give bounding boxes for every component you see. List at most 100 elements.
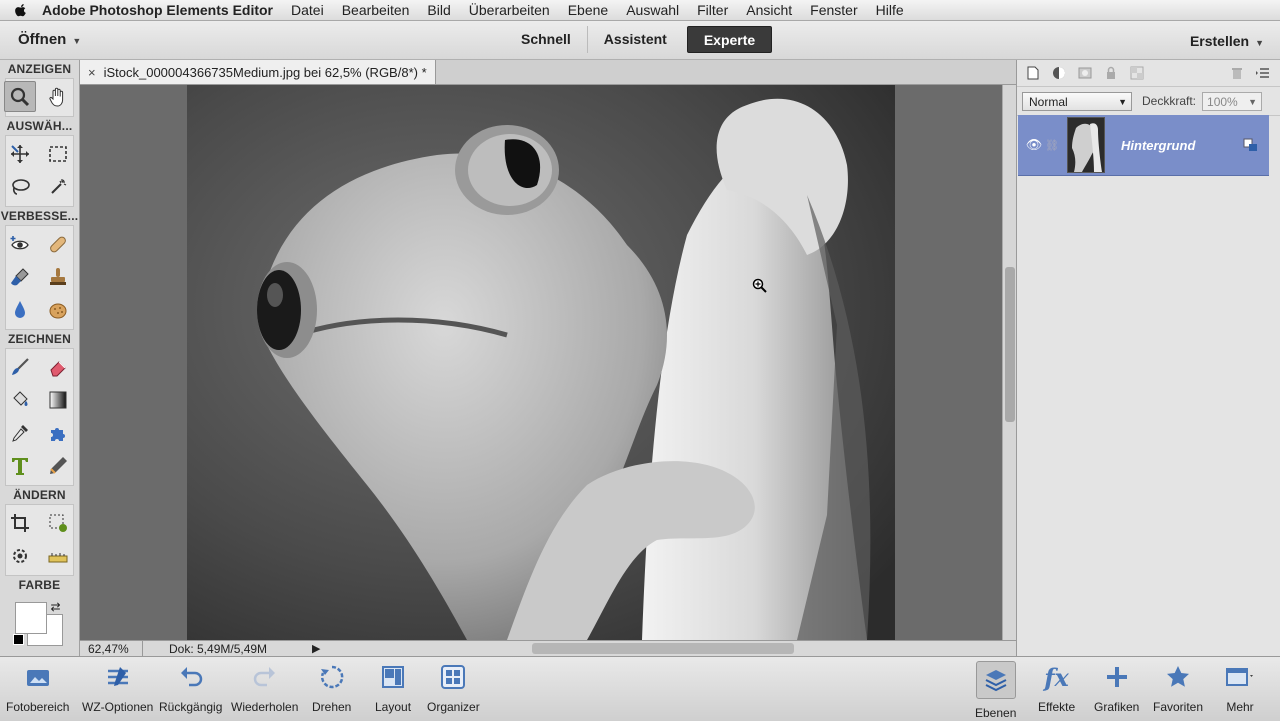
trash-icon[interactable] (1229, 65, 1245, 81)
layer-row-background[interactable]: 👁 ⛓ Hintergrund (1018, 115, 1269, 176)
layers-panel-button[interactable]: Ebenen (975, 661, 1016, 720)
paintbrush-icon (11, 357, 29, 375)
frog-photo[interactable] (187, 85, 895, 640)
visibility-eye-icon[interactable]: 👁 (1023, 137, 1045, 153)
new-layer-icon[interactable] (1025, 65, 1041, 81)
blur-tool[interactable] (4, 294, 36, 325)
straighten-tool[interactable] (42, 540, 74, 571)
menu-ueberarbeiten[interactable]: Überarbeiten (469, 2, 550, 18)
play-arrow-icon[interactable]: ▶ (312, 642, 320, 655)
lock-icon[interactable] (1103, 65, 1119, 81)
background-lock-icon (1243, 138, 1257, 151)
brush-tool[interactable] (4, 351, 36, 382)
sponge-tool[interactable] (42, 294, 74, 325)
document-tab[interactable]: × iStock_000004366735Medium.jpg bei 62,5… (80, 60, 436, 84)
star-icon (1167, 666, 1190, 687)
horizontal-scroll-thumb[interactable] (532, 643, 794, 654)
smart-brush-tool[interactable] (4, 261, 36, 292)
menu-ansicht[interactable]: Ansicht (746, 2, 792, 18)
recompose-tool[interactable] (42, 507, 74, 538)
organizer-button[interactable]: Organizer (427, 661, 480, 714)
effects-label: Effekte (1038, 700, 1076, 714)
more-button[interactable]: Mehr (1224, 661, 1256, 714)
undo-button[interactable]: Rückgängig (159, 661, 222, 714)
pencil-tool[interactable] (42, 450, 74, 481)
clone-stamp-tool[interactable] (42, 261, 74, 292)
bandage-icon (49, 236, 66, 252)
favorites-button[interactable]: Favoriten (1153, 661, 1203, 714)
magnifier-icon (10, 87, 29, 106)
menu-filter[interactable]: Filter (697, 2, 728, 18)
fx-icon: fx (1044, 662, 1069, 692)
zoom-level[interactable]: 62,47% (88, 642, 129, 656)
rotate-icon (320, 665, 344, 689)
undo-icon (180, 667, 202, 687)
open-button[interactable]: Öffnen ▼ (18, 31, 81, 48)
link-icon[interactable]: ⛓ (1045, 139, 1059, 152)
content-aware-move-tool[interactable] (4, 540, 36, 571)
apple-logo-icon[interactable] (14, 3, 28, 17)
photo-bin-button[interactable]: Fotobereich (6, 661, 69, 714)
tab-schnell[interactable]: Schnell (505, 26, 588, 53)
select-tools (5, 135, 74, 207)
panel-menu-icon[interactable] (1255, 65, 1271, 81)
opacity-field[interactable]: 100% ▼ (1202, 91, 1263, 111)
close-icon[interactable]: × (88, 65, 96, 80)
magic-wand-icon (50, 178, 66, 194)
type-tool[interactable] (4, 450, 36, 481)
lock-transparent-icon[interactable] (1129, 65, 1145, 81)
mode-tabs: Schnell Assistent Experte (505, 26, 773, 53)
graphics-button[interactable]: Grafiken (1094, 661, 1139, 714)
layer-mask-icon[interactable] (1077, 65, 1093, 81)
eyedropper-tool[interactable] (4, 417, 36, 448)
lasso-tool[interactable] (4, 171, 36, 202)
healing-brush-tool[interactable] (42, 228, 74, 259)
adjustment-layer-icon[interactable] (1051, 65, 1067, 81)
app-menu[interactable]: Adobe Photoshop Elements Editor (42, 2, 273, 18)
marquee-tool[interactable] (42, 138, 74, 169)
opacity-label: Deckkraft: (1142, 94, 1197, 108)
effects-button[interactable]: fx Effekte (1038, 661, 1076, 715)
undo-label: Rückgängig (159, 700, 223, 714)
foreground-color-swatch[interactable] (14, 602, 47, 634)
tool-options-button[interactable]: WZ-Optionen (82, 661, 153, 714)
vertical-scroll-thumb[interactable] (1005, 267, 1015, 422)
organizer-icon (441, 665, 466, 689)
menu-bild[interactable]: Bild (427, 2, 450, 18)
hand-icon (48, 87, 63, 107)
blend-mode-value: Normal (1029, 94, 1068, 109)
status-bar: 62,47% Dok: 5,49M/5,49M ▶ (80, 640, 1016, 657)
hand-tool[interactable] (42, 81, 74, 112)
redo-button[interactable]: Wiederholen (231, 661, 298, 714)
menu-datei[interactable]: Datei (291, 2, 324, 18)
menu-fenster[interactable]: Fenster (810, 2, 857, 18)
custom-shape-tool[interactable] (42, 417, 74, 448)
create-button[interactable]: Erstellen ▼ (1190, 33, 1264, 49)
menu-hilfe[interactable]: Hilfe (876, 2, 904, 18)
section-enhance-heading: VERBESSE... (0, 209, 79, 223)
move-tool[interactable] (4, 138, 36, 169)
graphics-label: Grafiken (1094, 700, 1140, 714)
red-eye-tool[interactable] (4, 228, 36, 259)
gradient-tool[interactable] (42, 384, 74, 415)
eraser-tool[interactable] (42, 351, 74, 382)
document-tab-title: iStock_000004366735Medium.jpg bei 62,5% … (103, 64, 427, 80)
vertical-scrollbar[interactable] (1002, 85, 1017, 640)
zoom-tool[interactable] (3, 81, 36, 112)
layout-button[interactable]: Layout (375, 661, 411, 714)
tab-experte[interactable]: Experte (686, 26, 773, 53)
rotate-button[interactable]: Drehen (312, 661, 351, 714)
paint-bucket-tool[interactable] (4, 384, 36, 415)
menu-bearbeiten[interactable]: Bearbeiten (342, 2, 410, 18)
canvas-area[interactable] (80, 85, 1002, 640)
layers-toolbar (1017, 60, 1280, 87)
open-label: Öffnen (18, 31, 67, 48)
menu-ebene[interactable]: Ebene (568, 2, 608, 18)
tab-assistent[interactable]: Assistent (588, 26, 683, 53)
swap-colors-icon[interactable]: ⇄ (51, 600, 61, 614)
default-colors-icon[interactable] (12, 634, 24, 645)
menu-auswahl[interactable]: Auswahl (626, 2, 679, 18)
quick-selection-tool[interactable] (42, 171, 74, 202)
blend-mode-select[interactable]: Normal ▼ (1022, 91, 1132, 111)
crop-tool[interactable] (4, 507, 36, 538)
